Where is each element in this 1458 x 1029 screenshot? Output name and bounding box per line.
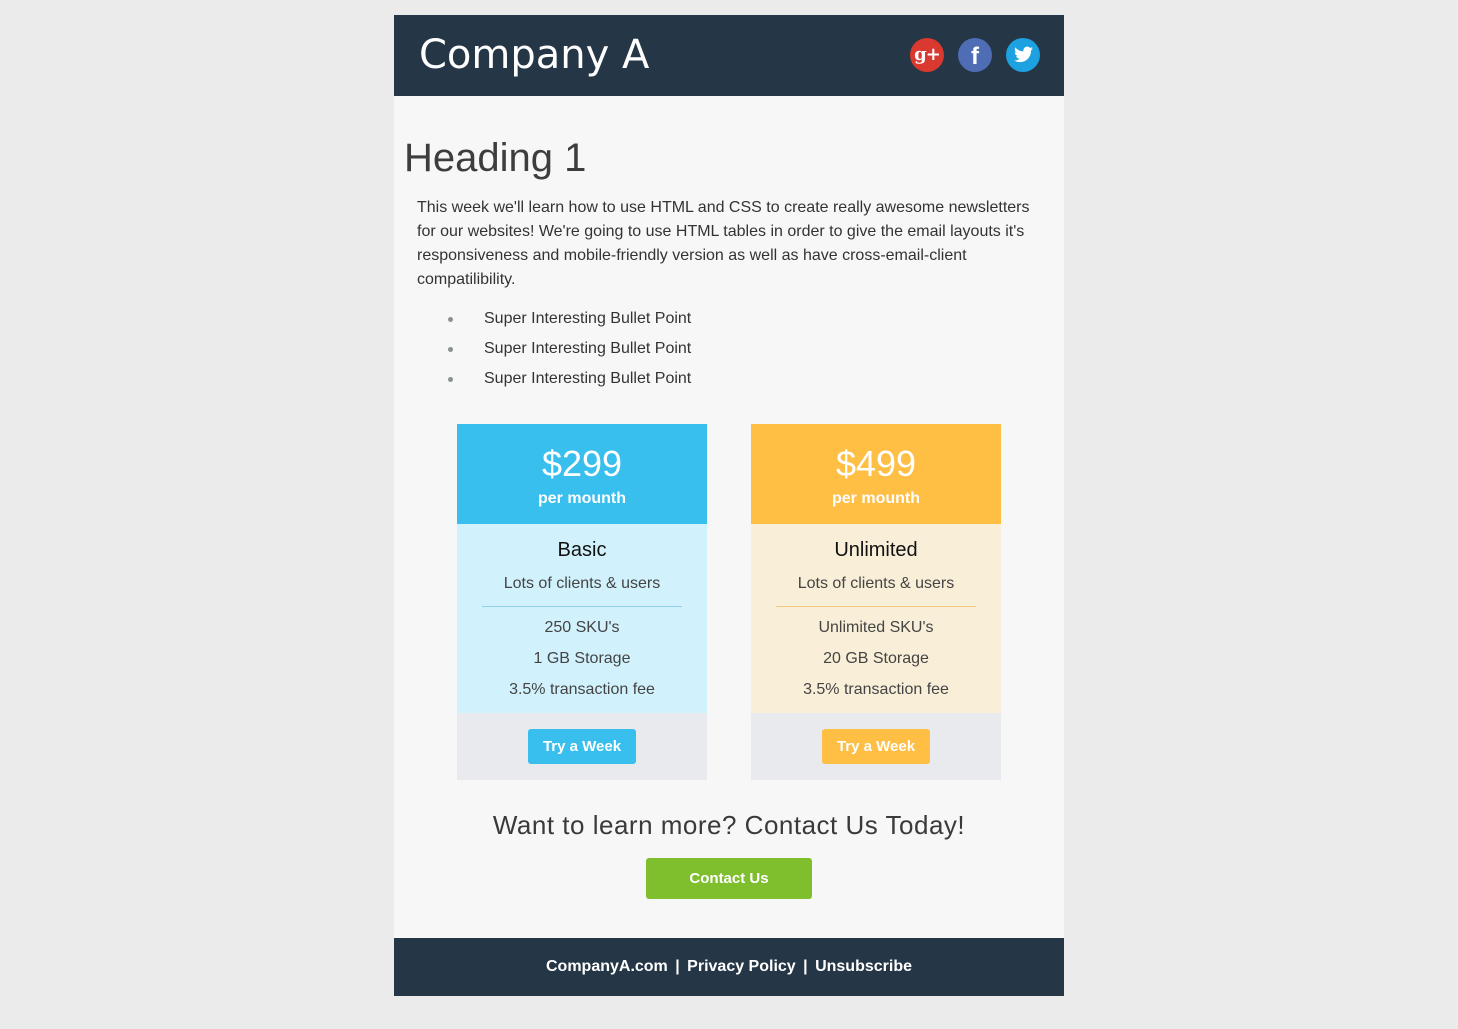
plan-price: $299 (541, 443, 623, 484)
facebook-glyph: f (971, 43, 979, 70)
bullet-dot-icon (448, 317, 453, 322)
email-container: Company A g+ f Heading 1 This week we'll… (394, 15, 1064, 996)
plan-footer: Try a Week (751, 713, 1001, 780)
plan-footer: Try a Week (457, 713, 707, 780)
intro-paragraph: This week we'll learn how to use HTML an… (417, 199, 1030, 288)
twitter-bird-glyph (1013, 46, 1033, 63)
email-footer: CompanyA.com | Privacy Policy | Unsubscr… (394, 938, 1064, 996)
plan-divider (776, 606, 976, 607)
plan-feature: 3.5% transaction fee (509, 681, 655, 698)
email-header: Company A g+ f (394, 15, 1064, 96)
cta-heading: Want to learn more? Contact Us Today! (492, 810, 966, 840)
plan-period: per mounth (538, 490, 626, 507)
bullet-text: Super Interesting Bullet Point (484, 340, 692, 357)
price-header: $299 per mounth (457, 424, 707, 524)
bullet-item: Super Interesting Bullet Point (448, 304, 691, 334)
bullet-item: Super Interesting Bullet Point (448, 334, 691, 364)
try-a-week-button[interactable]: Try a Week (822, 729, 930, 764)
plan-feature: 3.5% transaction fee (803, 681, 949, 698)
plan-divider (482, 606, 682, 607)
bullet-text: Super Interesting Bullet Point (484, 310, 692, 327)
pricing-card-basic: $299 per mounth Basic Lots of clients & … (457, 424, 707, 780)
google-plus-icon[interactable]: g+ (910, 38, 944, 72)
bullet-text: Super Interesting Bullet Point (484, 370, 692, 387)
plan-details: Unlimited Lots of clients & users Unlimi… (751, 524, 1001, 713)
bullet-dot-icon (448, 377, 453, 382)
footer-separator: | (675, 958, 680, 975)
plan-feature: 250 SKU's (544, 619, 620, 636)
try-a-week-button[interactable]: Try a Week (528, 729, 636, 764)
footer-link-privacy-policy[interactable]: Privacy Policy (687, 958, 796, 975)
bullet-list: Super Interesting Bullet Point Super Int… (448, 304, 691, 394)
page-heading: Heading 1 (404, 136, 587, 180)
plan-tagline: Lots of clients & users (797, 575, 955, 592)
price-header: $499 per mounth (751, 424, 1001, 524)
plan-feature: Unlimited SKU's (818, 619, 934, 636)
plan-period: per mounth (832, 490, 920, 507)
plan-price: $499 (835, 443, 917, 484)
footer-link-website[interactable]: CompanyA.com (546, 958, 668, 975)
plan-tagline: Lots of clients & users (503, 575, 661, 592)
google-plus-glyph: g+ (914, 44, 941, 65)
plan-feature: 1 GB Storage (533, 650, 631, 667)
facebook-icon[interactable]: f (958, 38, 992, 72)
footer-link-unsubscribe[interactable]: Unsubscribe (815, 958, 912, 975)
contact-us-button[interactable]: Contact Us (646, 858, 812, 899)
plan-feature: 20 GB Storage (823, 650, 929, 667)
twitter-icon[interactable] (1006, 38, 1040, 72)
footer-separator: | (803, 958, 808, 975)
plan-name: Basic (557, 539, 607, 561)
company-logo-text: Company A (419, 32, 650, 78)
bullet-dot-icon (448, 347, 453, 352)
plan-name: Unlimited (834, 539, 918, 561)
bullet-item: Super Interesting Bullet Point (448, 364, 691, 394)
plan-details: Basic Lots of clients & users 250 SKU's … (457, 524, 707, 713)
pricing-card-unlimited: $499 per mounth Unlimited Lots of client… (751, 424, 1001, 780)
